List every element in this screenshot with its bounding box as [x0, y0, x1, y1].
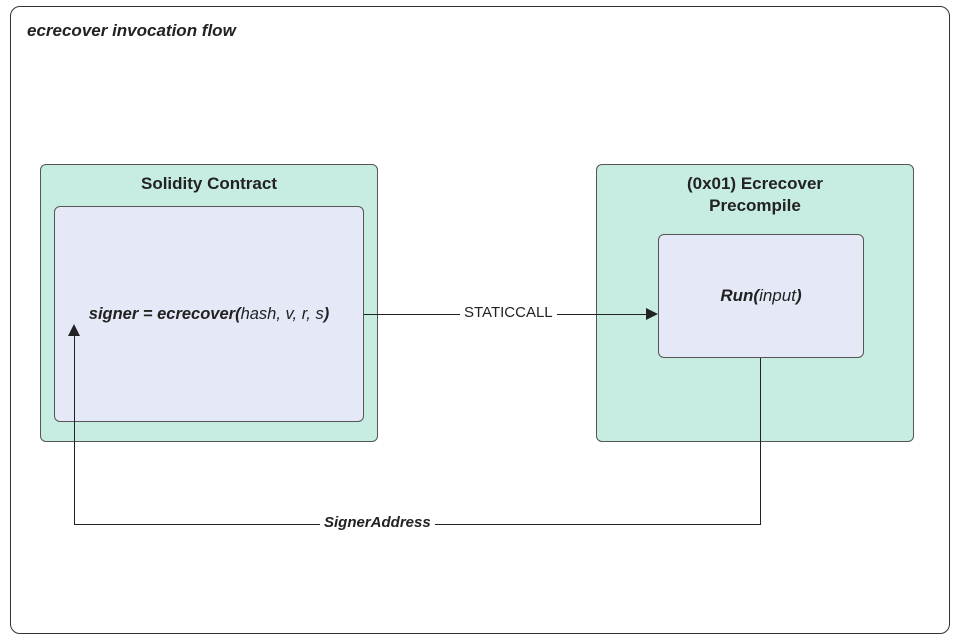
code-assign: signer = ecrecover(	[89, 305, 241, 323]
diagram-title: ecrecover invocation flow	[27, 21, 236, 41]
precompile-title-line2: Precompile	[709, 196, 801, 215]
solidity-code-box: signer = ecrecover(hash, v, r, s)	[54, 206, 364, 422]
run-box: Run(input)	[658, 234, 864, 358]
solidity-contract-title: Solidity Contract	[41, 165, 377, 195]
return-arrowhead-icon	[68, 324, 80, 336]
run-arg: input	[759, 286, 796, 305]
return-edge-seg1	[760, 358, 761, 524]
run-name: Run(	[720, 286, 759, 305]
staticcall-arrowhead-icon	[646, 308, 658, 320]
ecrecover-expression: signer = ecrecover(hash, v, r, s)	[83, 305, 335, 324]
staticcall-label: STATICCALL	[460, 304, 557, 321]
run-expression: Run(input)	[720, 286, 801, 306]
return-label: SignerAddress	[320, 514, 435, 531]
return-edge-seg3	[74, 335, 75, 525]
run-close: )	[796, 286, 802, 305]
precompile-title-line1: (0x01) Ecrecover	[687, 174, 823, 193]
code-close: )	[324, 305, 330, 323]
precompile-title: (0x01) Ecrecover Precompile	[597, 165, 913, 217]
code-args: hash, v, r, s	[241, 305, 324, 323]
